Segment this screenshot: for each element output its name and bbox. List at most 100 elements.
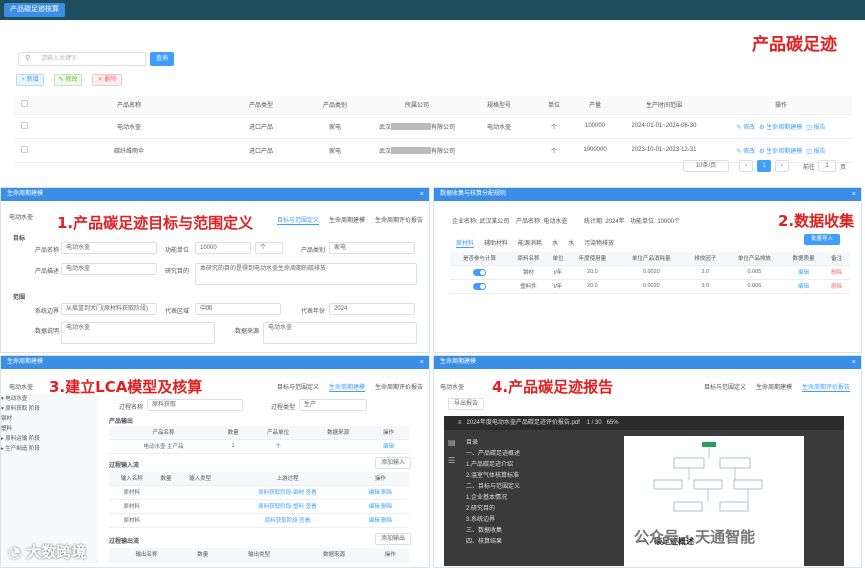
tab-lca-model[interactable]: 生命周期建模 <box>756 385 792 391</box>
edit-button[interactable]: ✎ 修改 <box>54 74 82 86</box>
table-row[interactable]: 塑料件 t/年 20.0 0.0020 3.0 0.006 编辑 删除 <box>450 279 850 294</box>
tree-node[interactable]: ▾ 原料获取 阶段 <box>1 404 99 414</box>
tab-aux-materials[interactable]: 辅助材料 <box>484 241 508 247</box>
edit-link[interactable]: ✎ 修改 <box>736 125 755 131</box>
tree-node[interactable]: ▾ 电动水壶 <box>1 394 99 404</box>
tree-node[interactable]: 塑料 <box>1 424 99 434</box>
zoom-level[interactable]: 65% <box>607 420 619 426</box>
toc-item[interactable]: 2.研究目的 <box>466 504 520 515</box>
region-field[interactable]: 中国 <box>195 303 281 315</box>
add-output-button[interactable]: 添加输出 <box>375 533 411 545</box>
table-row[interactable]: 电动水壶 进口产品 家电 武汉 有限公司 电动水壶 个 100000 2024-0… <box>14 114 852 139</box>
tab-lca-model[interactable]: 生命周期建模 <box>329 385 366 392</box>
sidebar-thumbnail-icon[interactable]: ▤ <box>448 438 456 447</box>
tab-water[interactable]: 水 <box>552 241 558 247</box>
goto-input[interactable]: 1 <box>818 160 836 172</box>
tree-node[interactable]: ▸ 原料运输 阶段 <box>1 434 99 444</box>
edit-link[interactable]: 编辑 <box>383 444 394 450</box>
close-icon[interactable]: × <box>420 188 424 201</box>
edit-link[interactable]: 编辑 <box>798 284 809 290</box>
add-button[interactable]: + 新增 <box>16 74 44 86</box>
unit-select[interactable]: 个 <box>255 242 283 254</box>
upstream-link[interactable]: 原料获取阶段-塑料 查看 <box>258 504 316 510</box>
purpose-field[interactable]: 本研究的目的是得到电动水壶生命周期的碳排放 <box>195 263 417 285</box>
select-all-checkbox[interactable] <box>20 100 28 108</box>
edit-link[interactable]: 编辑 <box>798 270 809 276</box>
toc-item[interactable]: 二、目标与范围定义 <box>466 482 520 493</box>
process-name-field[interactable]: 原料获取 <box>147 399 243 411</box>
toc-item[interactable]: 三、数据收集 <box>466 526 520 537</box>
model-link[interactable]: ⚙ 生命周期建模 <box>759 125 802 131</box>
query-button[interactable]: 查询 <box>150 52 174 66</box>
upstream-link[interactable]: 原料获取阶段 查看 <box>265 518 311 524</box>
toc-item[interactable]: 3.系统边界 <box>466 515 520 526</box>
cell-ops: ✎ 修改 ⚙ 生命周期建模 ◫ 报告 <box>710 114 852 139</box>
close-icon[interactable]: × <box>852 356 856 369</box>
tree-node[interactable]: 钢材 <box>1 414 99 424</box>
edit-link[interactable]: ✎ 修改 <box>736 149 755 155</box>
page-1-button[interactable]: 1 <box>757 160 771 172</box>
data-source-field[interactable]: 电动水壶 <box>263 322 417 344</box>
add-input-button[interactable]: 添加输入 <box>375 457 411 469</box>
table-row[interactable]: 电动水壶 主产品 1 个 编辑 <box>109 439 409 454</box>
upstream-link[interactable]: 原料获取阶段-钢材 查看 <box>258 490 316 496</box>
tab-goal-scope[interactable]: 目标与范围定义 <box>277 218 320 225</box>
toc-item[interactable]: 2.温室气体核算标准 <box>466 471 520 482</box>
tab-lca-report[interactable]: 生命周期评价报告 <box>375 218 423 224</box>
tab-product-carbon[interactable]: 产品碳足迹核算 <box>4 3 65 17</box>
note-field[interactable]: 电动水壶 <box>61 322 215 344</box>
cell-model <box>462 138 536 163</box>
export-report-button[interactable]: 导出报告 <box>448 398 484 410</box>
bookmark-icon[interactable]: ☰ <box>448 456 455 465</box>
row-checkbox[interactable] <box>20 121 28 129</box>
include-toggle[interactable] <box>472 268 486 276</box>
model-link[interactable]: ⚙ 生命周期建模 <box>759 149 802 155</box>
table-row[interactable]: 原材料 原料获取阶段 查看 编辑 删除 <box>109 513 409 528</box>
desc-field[interactable]: 电动水壶 <box>61 263 157 275</box>
toc-item[interactable]: 1.产品碳足迹介绍 <box>466 460 520 471</box>
row-actions[interactable]: 编辑 删除 <box>369 504 393 510</box>
tree-node[interactable]: ▸ 生产制造 阶段 <box>1 444 99 454</box>
tab-goal-scope[interactable]: 目标与范围定义 <box>277 385 319 391</box>
func-unit-field[interactable]: 10000 <box>195 242 251 254</box>
search-input[interactable]: ⚲ 请输入关键字 <box>18 52 146 66</box>
table-row[interactable]: 原材料 原料获取阶段-塑料 查看 编辑 删除 <box>109 499 409 514</box>
delete-link[interactable]: 删除 <box>831 284 842 290</box>
tab-lca-report[interactable]: 生命周期评价报告 <box>802 385 851 392</box>
tab-emissions[interactable]: 污染物排放 <box>584 241 614 247</box>
tab-lca-report[interactable]: 生命周期评价报告 <box>375 385 423 391</box>
header-select[interactable] <box>14 96 34 115</box>
toc-item[interactable]: 目录 <box>466 438 520 449</box>
delete-link[interactable]: 删除 <box>831 270 842 276</box>
tab-lca-model[interactable]: 生命周期建模 <box>329 218 365 224</box>
tab-goal-scope[interactable]: 目标与范围定义 <box>704 385 746 391</box>
toc-item[interactable]: 1.企业基本情况 <box>466 493 520 504</box>
close-icon[interactable]: × <box>420 356 424 369</box>
next-page-button[interactable]: › <box>775 160 789 172</box>
tab-raw-materials[interactable]: 原材料 <box>456 241 475 248</box>
process-type-field[interactable]: 生产 <box>299 399 367 411</box>
tab-water-2[interactable]: 水 <box>568 241 574 247</box>
row-actions[interactable]: 编辑 删除 <box>369 490 393 496</box>
prev-page-button[interactable]: ‹ <box>739 160 753 172</box>
delete-button[interactable]: ✕ 删除 <box>92 74 122 86</box>
toc-item[interactable]: 四、核算结果 <box>466 537 520 548</box>
import-button[interactable]: 批量导入 <box>804 234 840 245</box>
menu-icon[interactable]: ≡ <box>458 420 462 426</box>
include-toggle[interactable] <box>472 282 486 290</box>
table-row[interactable]: 碳纤维雨伞 进口产品 家电 武汉 有限公司 个 1000000 2023-10-0… <box>14 138 852 163</box>
boundary-field[interactable]: 从摇篮到大门(原材料获取阶段) <box>61 303 157 315</box>
product-name-field[interactable]: 电动水壶 <box>61 242 157 254</box>
year-field[interactable]: 2024 <box>329 303 415 315</box>
tab-energy[interactable]: 能源消耗 <box>518 241 542 247</box>
close-icon[interactable]: × <box>852 188 856 201</box>
row-checkbox[interactable] <box>20 145 28 153</box>
page-size-select[interactable]: 10条/页 <box>683 160 729 172</box>
table-row[interactable]: 钢材 t/年 20.0 0.0020 2.0 0.005 编辑 删除 <box>450 265 850 280</box>
table-row[interactable]: 原材料 原料获取阶段-钢材 查看 编辑 删除 <box>109 485 409 500</box>
toc-item[interactable]: 一、产品碳足迹概述 <box>466 449 520 460</box>
row-actions[interactable]: 编辑 删除 <box>369 518 393 524</box>
product-cat-field[interactable]: 家电 <box>329 242 415 254</box>
report-link[interactable]: ◫ 报告 <box>806 125 825 131</box>
report-link[interactable]: ◫ 报告 <box>806 149 825 155</box>
